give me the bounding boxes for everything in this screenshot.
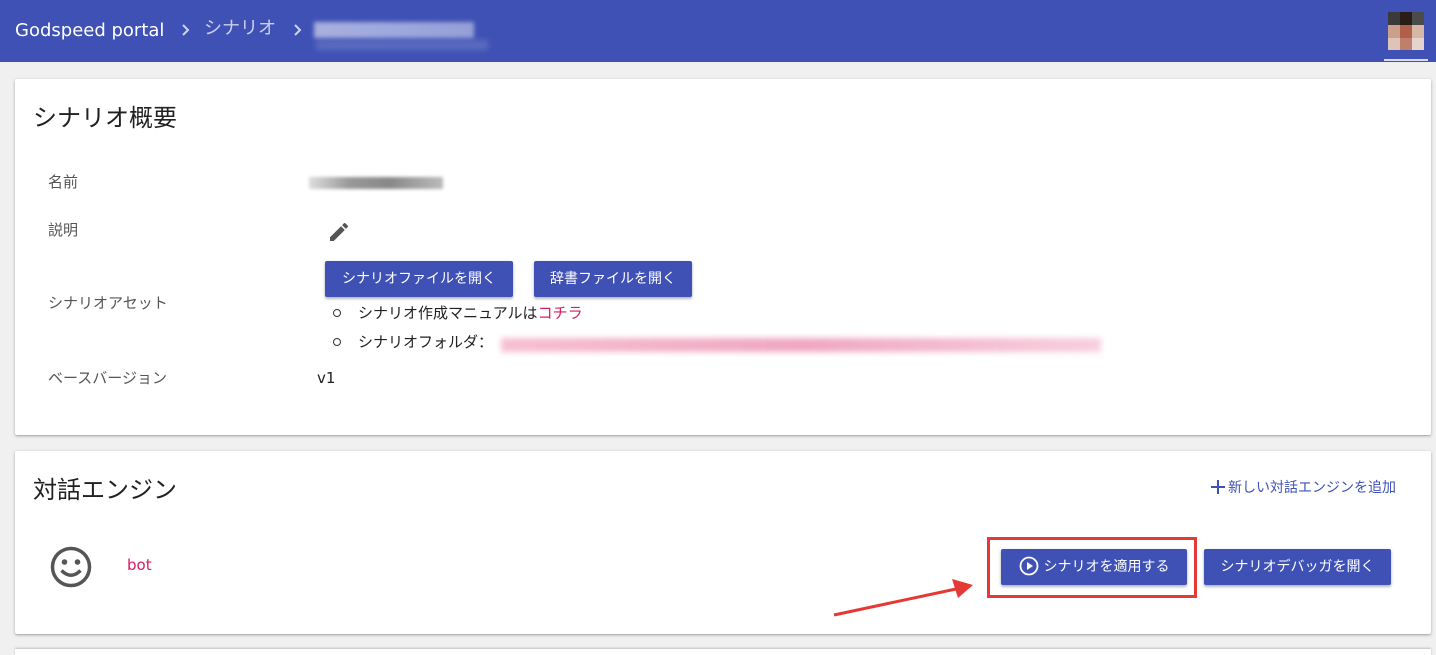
add-engine-link[interactable]: 新しい対話エンジンを追加 bbox=[1210, 478, 1396, 498]
description-label: 説明 bbox=[48, 221, 79, 239]
user-avatar[interactable] bbox=[1388, 12, 1424, 50]
name-label: 名前 bbox=[48, 173, 79, 191]
annotation-arrow-icon bbox=[833, 579, 973, 617]
add-engine-label: 新しい対話エンジンを追加 bbox=[1228, 480, 1396, 496]
list-bullet bbox=[333, 309, 341, 317]
chevron-right-icon bbox=[178, 18, 194, 42]
brand-title[interactable]: Godspeed portal bbox=[15, 20, 164, 42]
manual-list-item: シナリオ作成マニュアルはコチラ bbox=[358, 303, 583, 323]
plus-icon bbox=[1210, 479, 1226, 495]
top-app-bar: Godspeed portal シナリオ bbox=[0, 0, 1436, 62]
chevron-right-icon bbox=[290, 18, 306, 42]
scenario-assets-label: シナリオアセット bbox=[48, 294, 168, 312]
open-scenario-debugger-button[interactable]: シナリオデバッガを開く bbox=[1204, 549, 1391, 585]
base-version-value: v1 bbox=[317, 369, 336, 387]
avatar-underline bbox=[1384, 59, 1428, 61]
folder-prefix-text: シナリオフォルダ： bbox=[358, 333, 494, 351]
list-bullet bbox=[333, 338, 341, 346]
engine-name[interactable]: bot bbox=[127, 555, 152, 575]
breadcrumb-scenario[interactable]: シナリオ bbox=[204, 18, 276, 40]
open-dictionary-file-button[interactable]: 辞書ファイルを開く bbox=[534, 261, 692, 297]
dialogue-engine-card: 対話エンジン 新しい対話エンジンを追加 bot シナリオを適用する シナリオデバ… bbox=[15, 451, 1431, 634]
manual-link[interactable]: コチラ bbox=[538, 304, 583, 322]
overview-title: シナリオ概要 bbox=[33, 104, 177, 132]
manual-prefix-text: シナリオ作成マニュアルは bbox=[358, 304, 538, 322]
engine-title: 対話エンジン bbox=[33, 476, 177, 504]
scenario-name-redacted bbox=[309, 177, 443, 189]
open-scenario-file-button[interactable]: シナリオファイルを開く bbox=[325, 261, 513, 297]
next-card-edge bbox=[15, 649, 1431, 655]
base-version-label: ベースバージョン bbox=[48, 369, 167, 387]
annotation-highlight-box bbox=[987, 537, 1197, 598]
pencil-icon[interactable] bbox=[327, 220, 351, 244]
breadcrumb-current-redacted[interactable] bbox=[314, 22, 474, 38]
scenario-folder-link-redacted[interactable] bbox=[501, 338, 1101, 352]
breadcrumb-underline-redacted bbox=[316, 40, 488, 50]
smiley-face-icon bbox=[49, 545, 93, 589]
scenario-overview-card: シナリオ概要 名前 説明 シナリオファイルを開く 辞書ファイルを開く シナリオア… bbox=[15, 79, 1431, 435]
